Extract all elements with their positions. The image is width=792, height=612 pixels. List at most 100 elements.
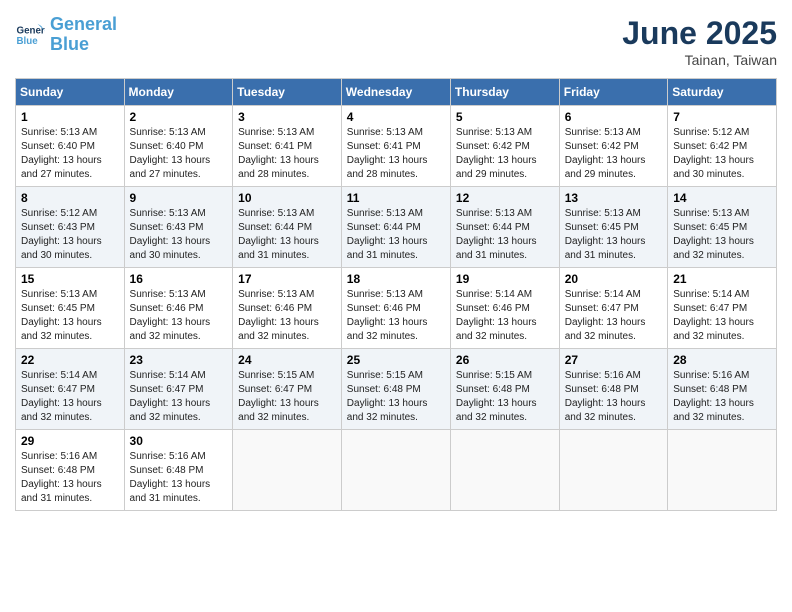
- calendar-week-row: 22 Sunrise: 5:14 AMSunset: 6:47 PMDaylig…: [16, 349, 777, 430]
- column-header-thursday: Thursday: [450, 79, 559, 106]
- calendar-day-cell: 3 Sunrise: 5:13 AMSunset: 6:41 PMDayligh…: [233, 106, 342, 187]
- svg-text:Blue: Blue: [17, 36, 39, 47]
- month-title: June 2025: [622, 15, 777, 52]
- calendar-day-cell: 17 Sunrise: 5:13 AMSunset: 6:46 PMDaylig…: [233, 268, 342, 349]
- day-number: 20: [565, 272, 662, 286]
- calendar-day-cell: 21 Sunrise: 5:14 AMSunset: 6:47 PMDaylig…: [668, 268, 777, 349]
- day-number: 16: [130, 272, 228, 286]
- calendar-week-row: 15 Sunrise: 5:13 AMSunset: 6:45 PMDaylig…: [16, 268, 777, 349]
- calendar-day-cell: 27 Sunrise: 5:16 AMSunset: 6:48 PMDaylig…: [559, 349, 667, 430]
- day-info: Sunrise: 5:14 AMSunset: 6:47 PMDaylight:…: [21, 369, 119, 425]
- column-header-friday: Friday: [559, 79, 667, 106]
- calendar-header-row: SundayMondayTuesdayWednesdayThursdayFrid…: [16, 79, 777, 106]
- day-number: 3: [238, 110, 336, 124]
- calendar-day-cell: 16 Sunrise: 5:13 AMSunset: 6:46 PMDaylig…: [124, 268, 233, 349]
- calendar-day-cell: [450, 430, 559, 511]
- day-info: Sunrise: 5:13 AMSunset: 6:45 PMDaylight:…: [673, 207, 771, 263]
- day-number: 10: [238, 191, 336, 205]
- day-number: 9: [130, 191, 228, 205]
- calendar-day-cell: 10 Sunrise: 5:13 AMSunset: 6:44 PMDaylig…: [233, 187, 342, 268]
- day-info: Sunrise: 5:16 AMSunset: 6:48 PMDaylight:…: [565, 369, 662, 425]
- calendar-day-cell: 22 Sunrise: 5:14 AMSunset: 6:47 PMDaylig…: [16, 349, 125, 430]
- calendar-day-cell: 1 Sunrise: 5:13 AMSunset: 6:40 PMDayligh…: [16, 106, 125, 187]
- calendar-week-row: 29 Sunrise: 5:16 AMSunset: 6:48 PMDaylig…: [16, 430, 777, 511]
- day-number: 22: [21, 353, 119, 367]
- day-number: 28: [673, 353, 771, 367]
- day-info: Sunrise: 5:14 AMSunset: 6:46 PMDaylight:…: [456, 288, 554, 344]
- day-number: 11: [347, 191, 445, 205]
- day-number: 12: [456, 191, 554, 205]
- calendar-day-cell: 4 Sunrise: 5:13 AMSunset: 6:41 PMDayligh…: [341, 106, 450, 187]
- day-number: 5: [456, 110, 554, 124]
- day-number: 14: [673, 191, 771, 205]
- day-number: 19: [456, 272, 554, 286]
- day-number: 18: [347, 272, 445, 286]
- calendar-day-cell: 6 Sunrise: 5:13 AMSunset: 6:42 PMDayligh…: [559, 106, 667, 187]
- day-number: 24: [238, 353, 336, 367]
- column-header-tuesday: Tuesday: [233, 79, 342, 106]
- calendar-day-cell: 14 Sunrise: 5:13 AMSunset: 6:45 PMDaylig…: [668, 187, 777, 268]
- column-header-monday: Monday: [124, 79, 233, 106]
- day-info: Sunrise: 5:13 AMSunset: 6:46 PMDaylight:…: [130, 288, 228, 344]
- day-number: 29: [21, 434, 119, 448]
- day-info: Sunrise: 5:13 AMSunset: 6:45 PMDaylight:…: [565, 207, 662, 263]
- calendar-day-cell: 28 Sunrise: 5:16 AMSunset: 6:48 PMDaylig…: [668, 349, 777, 430]
- calendar-day-cell: 2 Sunrise: 5:13 AMSunset: 6:40 PMDayligh…: [124, 106, 233, 187]
- day-info: Sunrise: 5:13 AMSunset: 6:42 PMDaylight:…: [565, 126, 662, 182]
- day-info: Sunrise: 5:13 AMSunset: 6:41 PMDaylight:…: [347, 126, 445, 182]
- day-number: 17: [238, 272, 336, 286]
- day-info: Sunrise: 5:13 AMSunset: 6:45 PMDaylight:…: [21, 288, 119, 344]
- day-number: 7: [673, 110, 771, 124]
- day-info: Sunrise: 5:14 AMSunset: 6:47 PMDaylight:…: [130, 369, 228, 425]
- day-info: Sunrise: 5:15 AMSunset: 6:48 PMDaylight:…: [347, 369, 445, 425]
- logo: General Blue GeneralBlue: [15, 15, 117, 55]
- day-info: Sunrise: 5:12 AMSunset: 6:43 PMDaylight:…: [21, 207, 119, 263]
- logo-text: GeneralBlue: [50, 15, 117, 55]
- calendar-day-cell: 20 Sunrise: 5:14 AMSunset: 6:47 PMDaylig…: [559, 268, 667, 349]
- calendar-day-cell: [559, 430, 667, 511]
- calendar-week-row: 1 Sunrise: 5:13 AMSunset: 6:40 PMDayligh…: [16, 106, 777, 187]
- day-number: 15: [21, 272, 119, 286]
- day-info: Sunrise: 5:14 AMSunset: 6:47 PMDaylight:…: [565, 288, 662, 344]
- calendar-day-cell: 5 Sunrise: 5:13 AMSunset: 6:42 PMDayligh…: [450, 106, 559, 187]
- calendar-day-cell: 13 Sunrise: 5:13 AMSunset: 6:45 PMDaylig…: [559, 187, 667, 268]
- day-number: 1: [21, 110, 119, 124]
- day-info: Sunrise: 5:13 AMSunset: 6:42 PMDaylight:…: [456, 126, 554, 182]
- day-info: Sunrise: 5:13 AMSunset: 6:44 PMDaylight:…: [456, 207, 554, 263]
- calendar-day-cell: 12 Sunrise: 5:13 AMSunset: 6:44 PMDaylig…: [450, 187, 559, 268]
- day-info: Sunrise: 5:13 AMSunset: 6:44 PMDaylight:…: [347, 207, 445, 263]
- day-number: 6: [565, 110, 662, 124]
- day-info: Sunrise: 5:16 AMSunset: 6:48 PMDaylight:…: [130, 450, 228, 506]
- day-info: Sunrise: 5:12 AMSunset: 6:42 PMDaylight:…: [673, 126, 771, 182]
- calendar-day-cell: 8 Sunrise: 5:12 AMSunset: 6:43 PMDayligh…: [16, 187, 125, 268]
- column-header-sunday: Sunday: [16, 79, 125, 106]
- day-info: Sunrise: 5:13 AMSunset: 6:46 PMDaylight:…: [238, 288, 336, 344]
- calendar-day-cell: [668, 430, 777, 511]
- day-number: 4: [347, 110, 445, 124]
- day-info: Sunrise: 5:16 AMSunset: 6:48 PMDaylight:…: [673, 369, 771, 425]
- calendar-day-cell: 30 Sunrise: 5:16 AMSunset: 6:48 PMDaylig…: [124, 430, 233, 511]
- day-info: Sunrise: 5:13 AMSunset: 6:41 PMDaylight:…: [238, 126, 336, 182]
- calendar-day-cell: 7 Sunrise: 5:12 AMSunset: 6:42 PMDayligh…: [668, 106, 777, 187]
- day-info: Sunrise: 5:13 AMSunset: 6:40 PMDaylight:…: [21, 126, 119, 182]
- calendar-day-cell: 26 Sunrise: 5:15 AMSunset: 6:48 PMDaylig…: [450, 349, 559, 430]
- location-subtitle: Tainan, Taiwan: [622, 52, 777, 68]
- calendar-day-cell: [233, 430, 342, 511]
- calendar-day-cell: 11 Sunrise: 5:13 AMSunset: 6:44 PMDaylig…: [341, 187, 450, 268]
- day-info: Sunrise: 5:13 AMSunset: 6:44 PMDaylight:…: [238, 207, 336, 263]
- day-number: 21: [673, 272, 771, 286]
- day-info: Sunrise: 5:13 AMSunset: 6:40 PMDaylight:…: [130, 126, 228, 182]
- calendar-day-cell: 23 Sunrise: 5:14 AMSunset: 6:47 PMDaylig…: [124, 349, 233, 430]
- calendar-day-cell: 19 Sunrise: 5:14 AMSunset: 6:46 PMDaylig…: [450, 268, 559, 349]
- column-header-saturday: Saturday: [668, 79, 777, 106]
- day-number: 26: [456, 353, 554, 367]
- day-info: Sunrise: 5:15 AMSunset: 6:47 PMDaylight:…: [238, 369, 336, 425]
- svg-text:General: General: [17, 25, 46, 36]
- day-info: Sunrise: 5:15 AMSunset: 6:48 PMDaylight:…: [456, 369, 554, 425]
- calendar-day-cell: 9 Sunrise: 5:13 AMSunset: 6:43 PMDayligh…: [124, 187, 233, 268]
- day-info: Sunrise: 5:13 AMSunset: 6:43 PMDaylight:…: [130, 207, 228, 263]
- day-number: 13: [565, 191, 662, 205]
- day-number: 30: [130, 434, 228, 448]
- day-number: 25: [347, 353, 445, 367]
- calendar-day-cell: 18 Sunrise: 5:13 AMSunset: 6:46 PMDaylig…: [341, 268, 450, 349]
